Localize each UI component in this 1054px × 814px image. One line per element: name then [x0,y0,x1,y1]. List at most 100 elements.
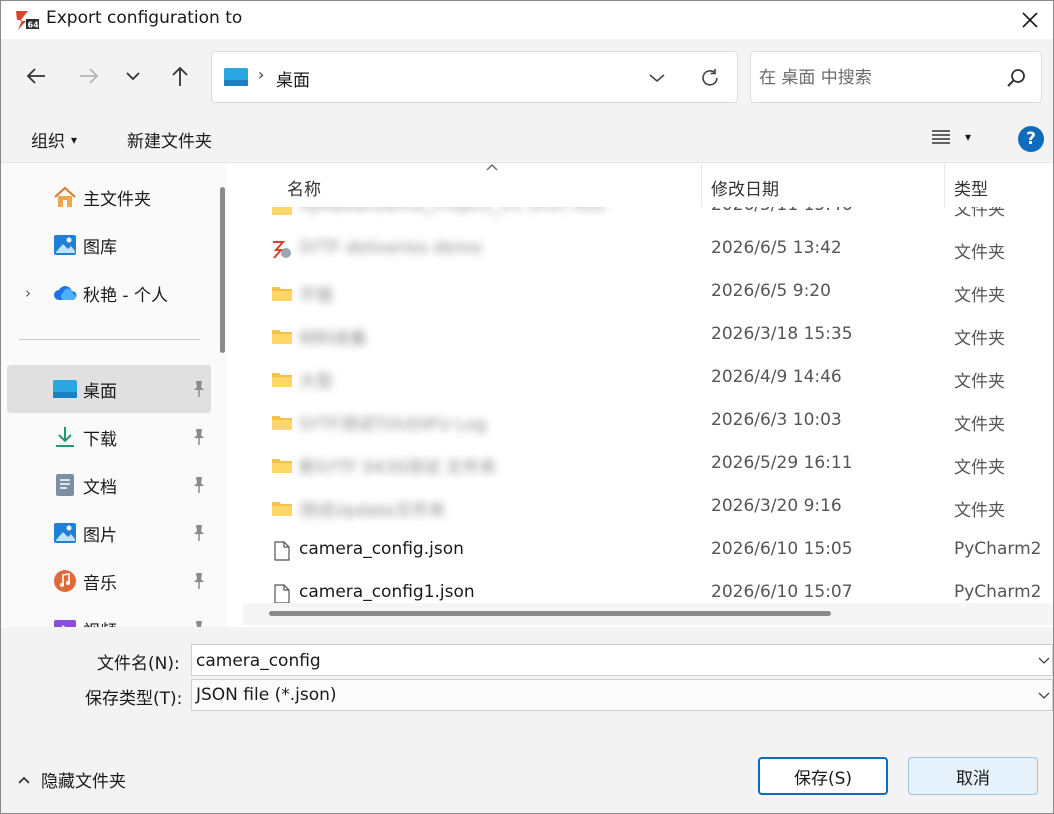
file-type: 文件夹 [954,372,1005,392]
file-name: 不限 [299,286,333,306]
sidebar-item-desktop[interactable]: 桌面 [7,365,211,413]
folder-icon [272,287,292,301]
filename-dropdown-button[interactable] [1036,651,1052,671]
table-row[interactable]: 不限 2026/6/5 9:20 文件夹 [227,272,1053,315]
pin-icon[interactable] [191,572,207,590]
file-name: 新SYTF 0430测试 文件夹 [299,458,497,478]
organize-label: 组织 [31,132,65,152]
column-header-modified[interactable]: 修改日期 [711,175,779,200]
table-row[interactable]: SYTF deliveries demo 2026/6/5 13:42 文件夹 [227,229,1053,272]
file-list[interactable]: 名称 修改日期 类型 HjMasterDemo_Project_V1 (MV) … [227,163,1053,627]
column-divider[interactable] [944,163,945,207]
pin-icon[interactable] [191,476,207,494]
search-icon [1007,69,1025,87]
close-button[interactable] [1007,1,1053,39]
command-toolbar: 组织 ▾ 新建文件夹 ▾ ? [1,115,1053,163]
sidebar-item-gallery[interactable]: 图库 [7,221,211,269]
table-row[interactable]: camera_config1.json 2026/6/10 15:07 PyCh… [227,573,1053,603]
table-row[interactable]: 大型 2026/4/9 14:46 文件夹 [227,358,1053,401]
filetype-dropdown-button[interactable] [1036,686,1052,706]
filetype-select[interactable]: JSON file (*.json) [191,679,1053,711]
hide-folders-toggle[interactable]: 隐藏文件夹 [17,767,126,792]
horizontal-scrollbar[interactable] [243,603,1053,625]
home-icon [54,186,76,207]
folder-icon [272,207,292,215]
pin-icon[interactable] [191,524,207,542]
document-icon [56,474,74,496]
sidebar-item-downloads[interactable]: 下载 [7,413,211,461]
file-name: SYTF deliveries demo [299,238,482,258]
filename-combobox[interactable] [191,644,1053,676]
sidebar-scrollbar-thumb[interactable] [220,187,225,353]
table-row[interactable]: SYTF测试TOUDIFU Log 2026/6/3 10:03 文件夹 [227,401,1053,444]
column-divider[interactable] [701,163,702,207]
file-icon [274,541,290,561]
expand-chevron-icon[interactable]: › [25,284,31,302]
sidebar-item-videos[interactable]: 视频 [7,605,211,627]
filename-input[interactable] [196,649,1016,673]
sidebar-divider [19,339,200,340]
view-options-button[interactable]: ▾ [931,129,971,145]
sidebar-item-pictures[interactable]: 图片 [7,509,211,557]
file-date: 2026/4/9 14:46 [711,367,842,387]
new-folder-button[interactable]: 新建文件夹 [127,127,212,152]
refresh-button[interactable] [696,65,724,91]
filename-label: 文件名(N): [97,654,180,674]
sidebar-item-onedrive[interactable]: › 秋艳 - 个人 [7,269,211,317]
file-date: 2026/5/11 15:46 [711,207,853,215]
file-date: 2026/6/3 10:03 [711,410,842,430]
chevron-down-icon [126,72,140,81]
organize-menu-button[interactable]: 组织 ▾ [31,127,77,152]
download-icon [56,427,74,447]
table-row[interactable]: HjMasterDemo_Project_V1 (MV) test 2026/5… [227,207,1053,229]
folder-icon [272,330,292,344]
back-button[interactable] [21,59,51,93]
app-folder-icon [273,241,291,259]
save-button[interactable]: 保存(S) [758,757,888,795]
table-row[interactable]: 新SYTF 0430测试 文件夹 2026/5/29 16:11 文件夹 [227,444,1053,487]
column-header-name[interactable]: 名称 [287,175,321,200]
recent-locations-button[interactable] [118,59,148,93]
pin-icon[interactable] [191,428,207,446]
navigation-bar: › 桌面 [1,39,1053,115]
address-dropdown-button[interactable] [644,66,670,90]
up-button[interactable] [165,59,195,93]
forward-button[interactable] [74,59,104,93]
address-bar[interactable]: › 桌面 [211,51,738,103]
sidebar-item-label: 秋艳 - 个人 [83,286,168,306]
horizontal-scrollbar-thumb[interactable] [269,611,831,616]
search-box[interactable] [750,51,1042,103]
navigation-pane[interactable]: 主文件夹 图库 › 秋艳 - 个人 桌面 下载 文档 图片 音乐 [1,163,227,627]
file-type: 文件夹 [954,415,1005,435]
pin-icon[interactable] [191,620,207,627]
file-name: camera_config1.json [299,582,475,602]
sidebar-item-documents[interactable]: 文档 [7,461,211,509]
close-icon [1022,12,1038,28]
sort-ascending-icon [486,164,498,171]
sidebar-item-music[interactable]: 音乐 [7,557,211,605]
pictures-icon [54,523,76,543]
sidebar-item-label: 主文件夹 [83,190,151,210]
arrow-right-icon [80,68,99,84]
file-date: 2026/6/10 15:07 [711,582,853,602]
title-bar[interactable]: 64 Export configuration to [1,1,1053,39]
cancel-button[interactable]: 取消 [908,757,1038,795]
search-input[interactable] [759,64,999,92]
onedrive-cloud-icon [54,286,77,300]
breadcrumb-current[interactable]: 桌面 [276,66,310,91]
pin-icon[interactable] [191,380,207,398]
gallery-icon [54,235,76,255]
table-row[interactable]: 测试Update文件夹 2026/3/20 9:16 文件夹 [227,487,1053,530]
help-button[interactable]: ? [1018,126,1044,152]
folder-icon [272,373,292,387]
file-name: SYTF测试TOUDIFU Log [299,415,487,435]
save-options-panel: 文件名(N): 保存类型(T): JSON file (*.json) [1,627,1053,723]
table-row[interactable]: 材料收集 2026/3/18 15:35 文件夹 [227,315,1053,358]
dialog-footer: 隐藏文件夹 保存(S) 取消 [1,723,1053,813]
column-header-row: 名称 修改日期 类型 [227,163,1053,207]
table-row[interactable]: camera_config.json 2026/6/10 15:05 PyCha… [227,530,1053,573]
file-type: PyCharm2 [954,539,1042,559]
sidebar-item-home[interactable]: 主文件夹 [7,173,211,221]
file-name: 测试Update文件夹 [299,501,446,521]
column-header-type[interactable]: 类型 [954,175,988,200]
